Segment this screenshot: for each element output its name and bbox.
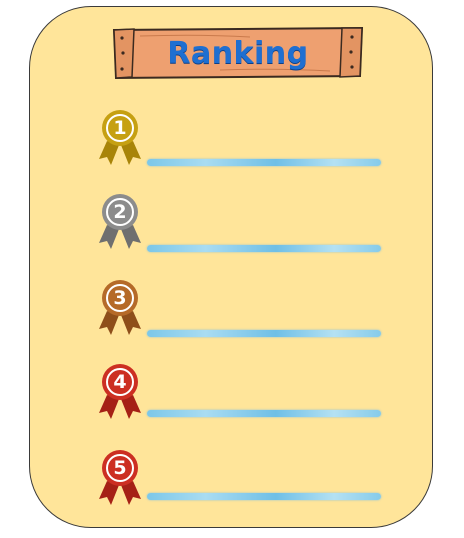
bronze-medal-icon: 3 [93,277,147,343]
rank-number: 3 [113,287,127,309]
silver-medal-icon: 2 [93,191,147,257]
rank-number: 5 [113,457,127,479]
page-title: Ranking [167,35,309,71]
rank-row-1: 1 [0,107,464,177]
rank-row-2: 2 [0,191,464,261]
rank-row-5: 5 [0,447,464,517]
name-line [147,245,381,252]
red-medal-icon: 4 [93,361,147,427]
rank-number: 2 [113,201,127,223]
name-line [147,330,381,337]
gold-medal-icon: 1 [93,107,147,173]
red-medal-icon: 5 [93,447,147,513]
name-line [147,159,381,166]
ranking-sign: Ranking [110,26,366,80]
rank-row-4: 4 [0,361,464,431]
rank-row-3: 3 [0,277,464,347]
rank-number: 4 [113,371,127,393]
name-line [147,493,381,500]
name-line [147,410,381,417]
rank-number: 1 [113,117,127,139]
